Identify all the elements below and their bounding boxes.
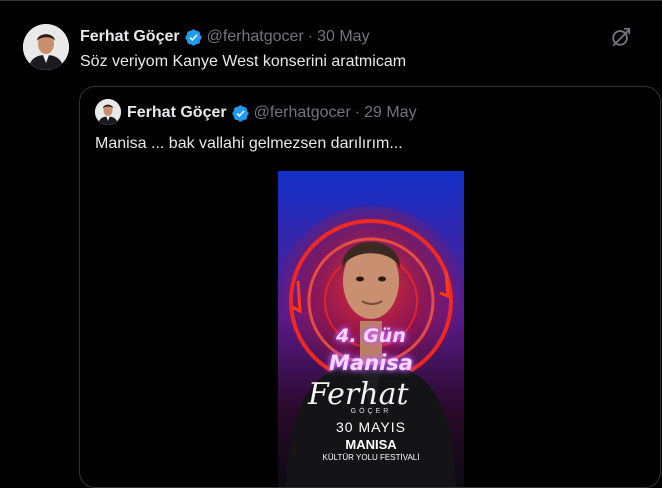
- poster-date: 30 MAYIS: [336, 419, 406, 435]
- poster-festival: KÜLTÜR YOLU FESTİVALİ: [322, 453, 420, 462]
- tweet-text: Söz veriyom Kanye West konserini aratmic…: [80, 53, 407, 70]
- poster-city: MANISA: [345, 437, 397, 452]
- author-avatar[interactable]: [23, 24, 69, 70]
- author-name[interactable]: Ferhat Göçer: [80, 28, 180, 46]
- poster-subsignature: GÖÇER: [350, 408, 392, 415]
- verified-badge-icon: [231, 104, 249, 122]
- quoted-tweet[interactable]: Ferhat Göçer @ferhatgocer · 29 May Manis…: [79, 86, 661, 488]
- poster-line2: Manisa: [329, 351, 413, 375]
- concert-poster-image[interactable]: 4. Gün Manisa Ferhat GÖÇER 30 MAYIS MANI…: [278, 171, 464, 487]
- author-handle[interactable]: @ferhatgocer: [207, 28, 304, 46]
- quote-author-avatar[interactable]: [95, 99, 121, 125]
- quote-header: Ferhat Göçer @ferhatgocer · 29 May: [127, 102, 417, 124]
- quote-author-name[interactable]: Ferhat Göçer: [127, 104, 227, 122]
- header-separator: ·: [307, 28, 314, 45]
- tweet[interactable]: Ferhat Göçer @ferhatgocer · 30 May Söz v…: [0, 1, 662, 488]
- verified-badge-icon: [184, 28, 202, 46]
- quote-author-handle[interactable]: @ferhatgocer: [254, 104, 351, 122]
- grok-icon[interactable]: [610, 26, 632, 48]
- poster-signature: Ferhat: [308, 377, 409, 412]
- quote-header-separator: ·: [354, 104, 361, 121]
- tweet-date[interactable]: 30 May: [317, 28, 369, 46]
- quote-date[interactable]: 29 May: [364, 104, 416, 122]
- poster-line1: 4. Gün: [336, 325, 406, 347]
- tweet-header: Ferhat Göçer @ferhatgocer · 30 May: [80, 26, 370, 48]
- quote-text: Manisa ... bak vallahi gelmezsen darılır…: [95, 135, 403, 152]
